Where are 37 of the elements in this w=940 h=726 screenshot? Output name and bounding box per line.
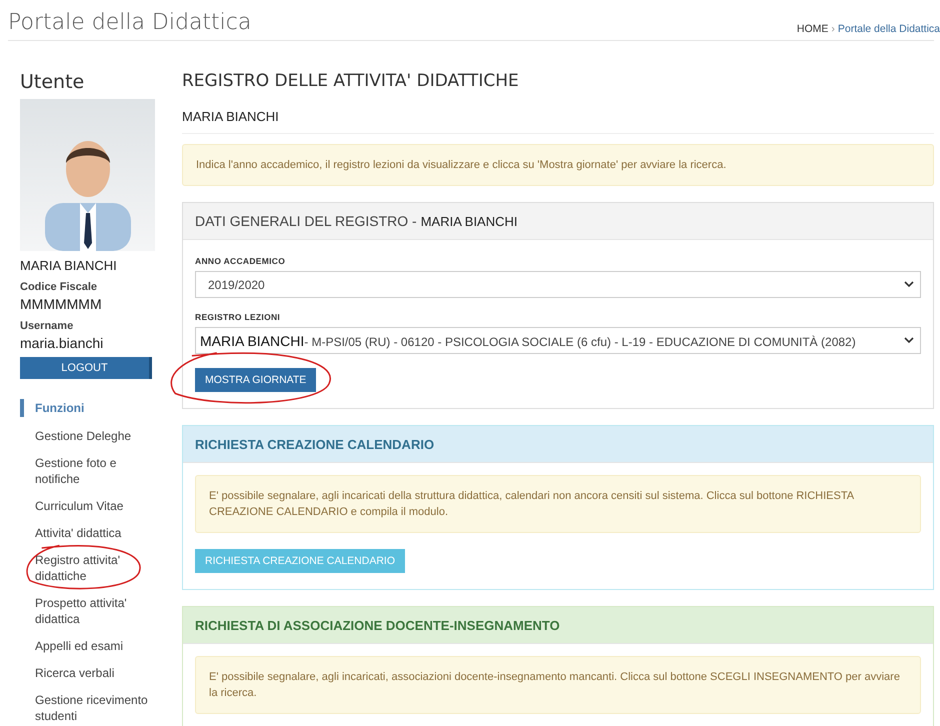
sidebar-item[interactable]: Registro attivita' didattiche	[20, 552, 160, 584]
user-name: MARIA BIANCHI	[20, 258, 118, 273]
logout-button[interactable]: LOGOUT	[20, 357, 152, 379]
section-heading: Funzioni	[20, 399, 160, 417]
register-select[interactable]: MARIA BIANCHI- M-PSI/05 (RU) - 06120 - PSICOLOGIA SOCIALE (6 cfu) - L-19 - EDUCAZIONE DI COMUNITÀ (2082)	[195, 327, 921, 354]
field-label: ANNO ACCADEMICO	[195, 256, 286, 266]
panel-title-name: MARIA BIANCHI	[420, 214, 518, 228]
panel-title: RICHIESTA CREAZIONE CALENDARIO	[183, 426, 933, 463]
field-value: MMMMMMM	[20, 296, 103, 312]
notice-text: Indica l'anno accademico, il registro lezioni da visualizzare e clicca su 'Mostra giornate' per avviare la ricerca.	[182, 144, 934, 186]
sidebar-item[interactable]: Gestione Deleghe	[20, 428, 132, 444]
breadcrumb-link[interactable]: Portale della Didattica	[838, 23, 940, 41]
page-heading: REGISTRO DELLE ATTIVITA' DIDATTICHE	[182, 71, 520, 91]
panel-title: RICHIESTA DI ASSOCIAZIONE DOCENTE-INSEGNAMENTO	[183, 607, 933, 644]
panel-title: DATI GENERALI DEL REGISTRO -	[195, 213, 417, 229]
chevron-down-icon	[904, 281, 914, 288]
page-title: Portale della Didattica	[8, 10, 252, 37]
sidebar-title: Utente	[20, 71, 86, 93]
sidebar-item[interactable]: Gestione ricevimento studenti	[20, 692, 160, 724]
field-label: REGISTRO LEZIONI	[195, 312, 280, 322]
breadcrumb-separator: ›	[831, 23, 835, 37]
sidebar-item[interactable]: Attivita' didattica	[20, 525, 122, 541]
year-select[interactable]: 2019/2020	[195, 271, 921, 298]
sidebar-item[interactable]: Gestione foto e notifiche	[20, 455, 160, 487]
sidebar-item[interactable]: Ricerca verbali	[20, 665, 114, 681]
notice-text: E' possibile segnalare, agli incaricati, associazioni docente-insegnamento mancanti. Clicca sul bottone SCEGLI INSEGNAMENTO per avviare la ricerca.	[195, 656, 921, 714]
field-label: Username	[20, 320, 74, 332]
sidebar-item[interactable]: Appelli ed esami	[20, 638, 124, 654]
chevron-down-icon	[904, 337, 914, 344]
field-label: Codice Fiscale	[20, 281, 98, 293]
breadcrumb-link[interactable]: HOME	[796, 23, 828, 41]
field-value: maria.bianchi	[20, 335, 104, 351]
notice-text: E' possibile segnalare, agli incaricati della struttura didattica, calendari non ancora censiti sul sistema. Clicca sul bottone RICHIESTA CREAZIONE CALENDARIO e compila il modulo.	[195, 475, 921, 533]
teacher-name: MARIA BIANCHI	[182, 109, 934, 134]
sidebar-item[interactable]: Prospetto attivita' didattica	[20, 595, 160, 627]
sidebar-item[interactable]: Curriculum Vitae	[20, 498, 124, 514]
show-days-button[interactable]: MOSTRA GIORNATE	[195, 368, 316, 392]
